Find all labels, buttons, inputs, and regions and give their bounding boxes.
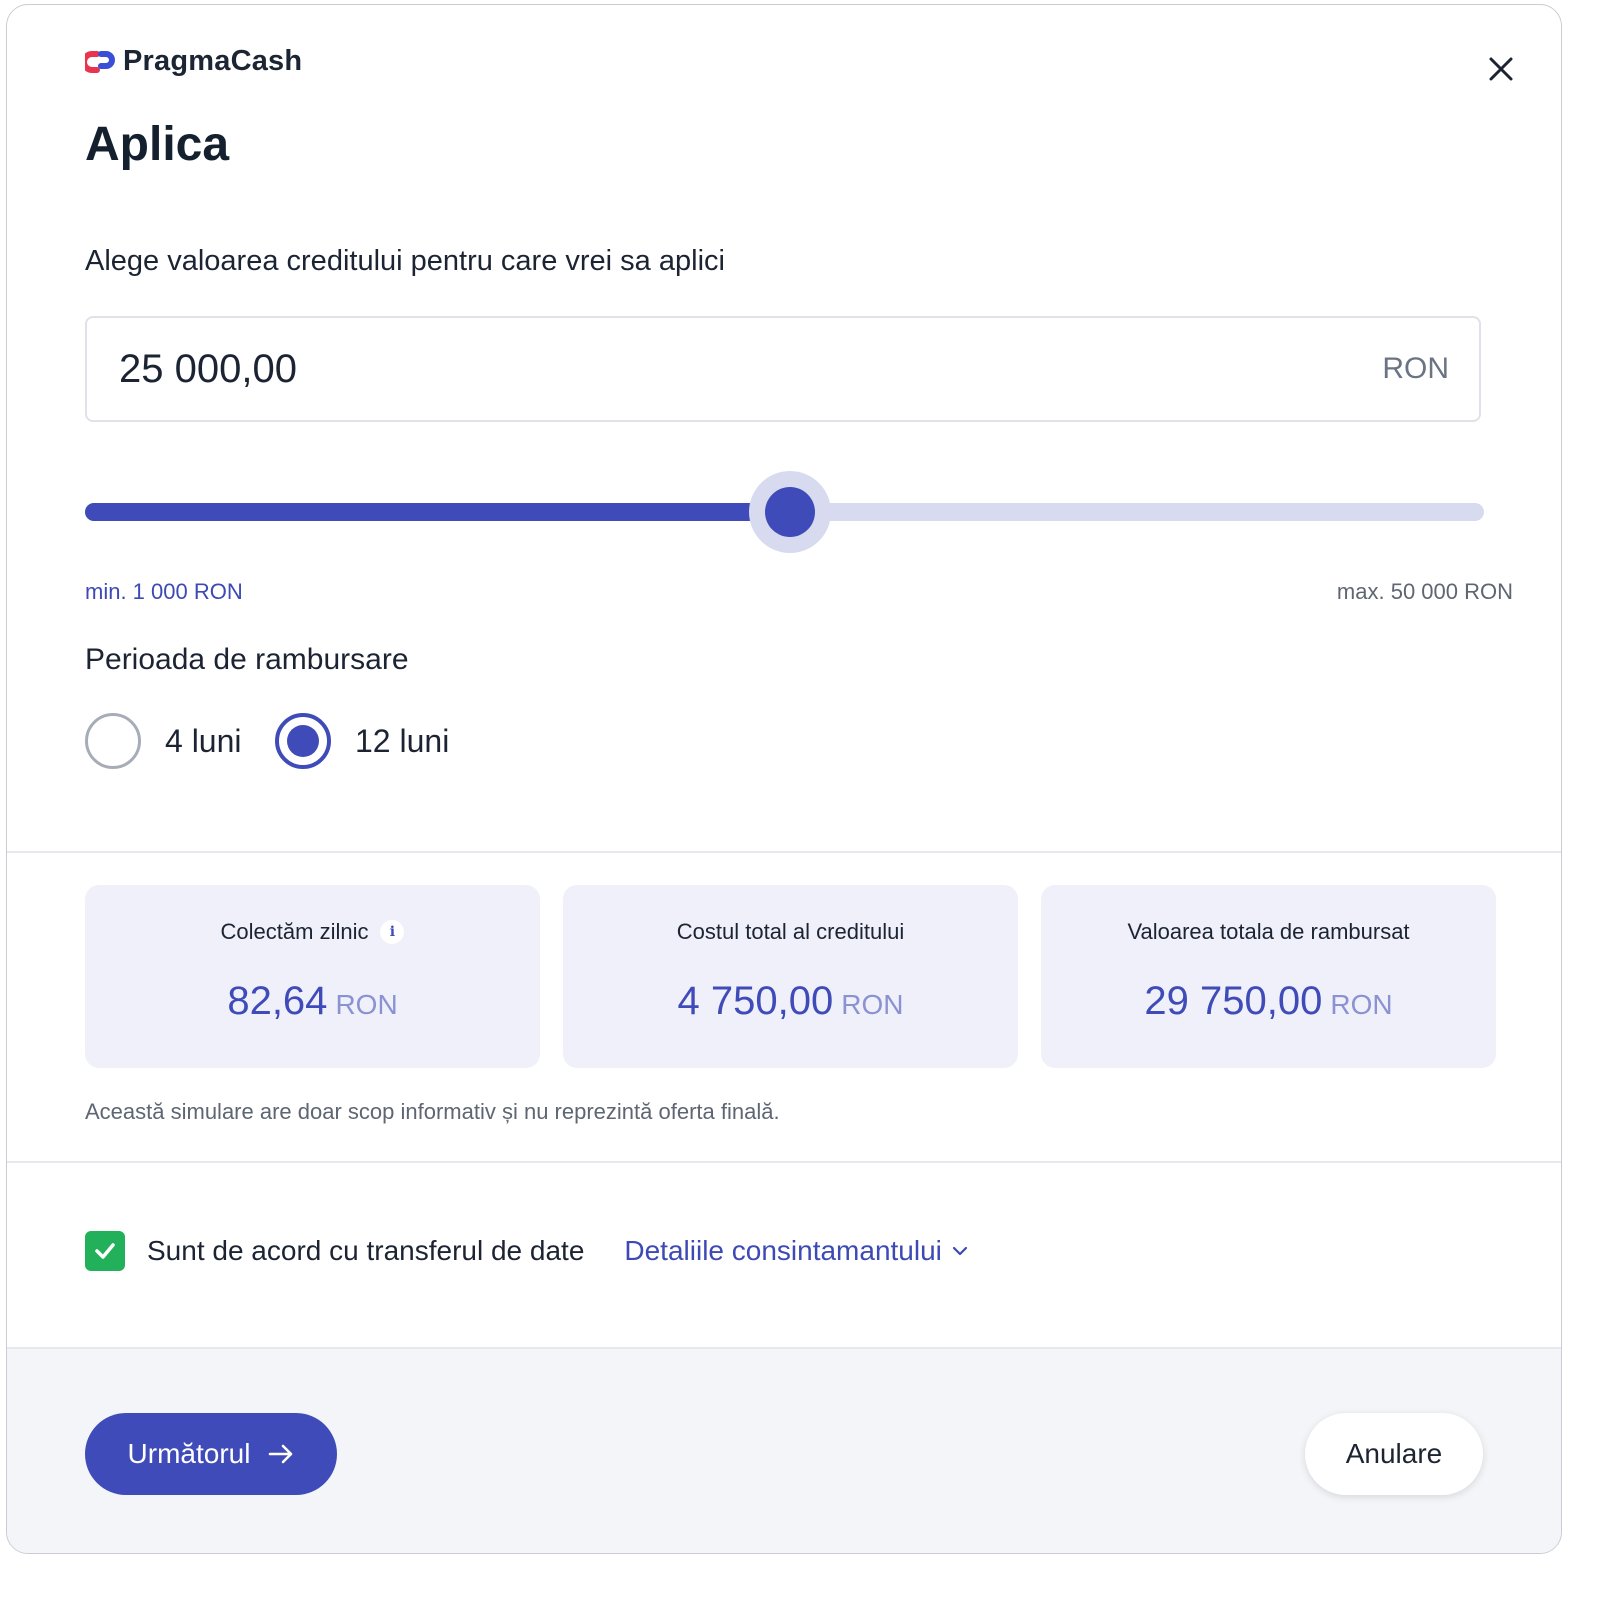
radio-circle[interactable] [85, 713, 141, 769]
card-value: 29 750,00 RON [1144, 979, 1393, 1023]
slider-max-label: max. 50 000 RON [1336, 579, 1513, 604]
pragmacash-logo-icon [85, 50, 115, 73]
radio-label: 12 luni [355, 722, 450, 759]
apply-modal: PragmaCash Aplica Alege valoarea creditu… [6, 4, 1562, 1554]
modal-footer: Următorul Anulare [7, 1347, 1561, 1553]
radio-4-luni[interactable]: 4 luni [85, 713, 242, 769]
card-value: 4 750,00 RON [677, 979, 904, 1023]
amount-currency: RON [1382, 352, 1449, 385]
card-daily-collection: Colectăm zilnic i 82,64 RON [85, 885, 540, 1068]
checkmark-icon [95, 1243, 115, 1259]
info-icon[interactable]: i [380, 920, 405, 944]
section-divider [7, 1161, 1561, 1163]
card-title: Colectăm zilnic i [85, 919, 540, 945]
close-icon [1489, 57, 1513, 81]
arrow-right-icon [269, 1444, 293, 1464]
section-divider [7, 851, 1561, 853]
amount-input[interactable] [119, 346, 1383, 392]
card-total-repayment: Valoarea totala de rambursat 29 750,00 RO… [1041, 885, 1496, 1068]
disclaimer-text: Această simulare are doar scop informati… [85, 1099, 780, 1124]
cancel-button[interactable]: Anulare [1305, 1413, 1483, 1495]
slider-fill [85, 503, 790, 521]
next-button[interactable]: Următorul [85, 1413, 337, 1495]
radio-circle-selected[interactable] [275, 713, 331, 769]
close-button[interactable] [1481, 49, 1521, 89]
chevron-down-icon [952, 1246, 968, 1256]
amount-label: Alege valoarea creditului pentru care vr… [85, 245, 725, 277]
card-title: Costul total al creditului [676, 919, 905, 944]
card-title: Valoarea totala de rambursat [1127, 919, 1410, 944]
amount-slider[interactable] [85, 470, 1484, 554]
consent-details-link[interactable]: Detaliile consintamantului [624, 1235, 968, 1267]
radio-label: 4 luni [165, 722, 242, 759]
brand-name: PragmaCash [123, 45, 303, 77]
card-total-cost: Costul total al creditului 4 750,00 RON [563, 885, 1018, 1068]
page-title: Aplica [85, 118, 230, 171]
consent-checkbox[interactable] [85, 1231, 125, 1271]
brand-logo: PragmaCash [85, 45, 302, 78]
slider-thumb[interactable] [749, 471, 831, 553]
period-label: Perioada de rambursare [85, 643, 409, 676]
card-value: 82,64 RON [227, 979, 398, 1023]
consent-row: Sunt de acord cu transferul de date Deta… [85, 1231, 968, 1271]
consent-label: Sunt de acord cu transferul de date [147, 1235, 585, 1266]
radio-12-luni[interactable]: 12 luni [275, 713, 449, 769]
amount-field[interactable]: RON [85, 316, 1481, 422]
slider-min-label: min. 1 000 RON [85, 579, 243, 604]
